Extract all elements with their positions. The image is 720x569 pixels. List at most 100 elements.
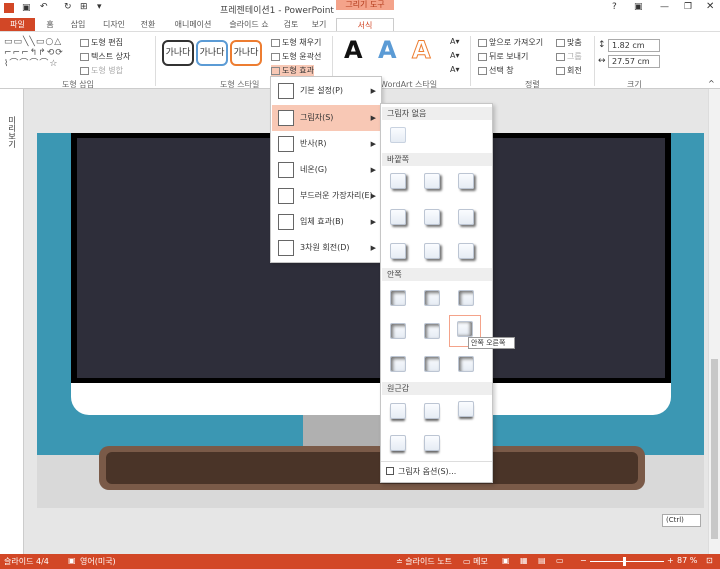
submenu-arrow-icon: ▶ <box>370 218 376 226</box>
tab-design[interactable]: 디자인 <box>98 18 130 31</box>
menu-item-bevel[interactable]: 입체 효과(B) ▶ <box>272 209 381 235</box>
language-status[interactable]: 영어(미국) <box>80 556 116 567</box>
customize-toolbar-icon[interactable]: ▾ <box>97 2 102 12</box>
shadow-option[interactable] <box>390 435 406 451</box>
tab-slideshow[interactable]: 슬라이드 쇼 <box>224 18 274 31</box>
wordart-style-black[interactable]: A <box>344 36 363 64</box>
help-icon[interactable]: ? <box>612 2 617 12</box>
shape-fill-button[interactable]: 도형 채우기 <box>271 37 321 48</box>
shadow-option[interactable] <box>424 209 440 225</box>
zoom-slider-thumb[interactable] <box>623 557 626 566</box>
group-button[interactable]: 그룹 <box>556 51 582 62</box>
text-box-button[interactable]: 텍스트 상자 <box>80 51 130 62</box>
tab-file[interactable]: 파일 <box>0 18 35 31</box>
menu-item-soft-edges[interactable]: 부드러운 가장자리(E) ▶ <box>272 183 381 209</box>
fit-to-window-icon[interactable]: ⊡ <box>706 556 713 565</box>
shadow-option[interactable] <box>458 243 474 259</box>
scrollbar-thumb[interactable] <box>711 359 718 539</box>
shadow-option[interactable] <box>424 435 440 451</box>
bring-forward-button[interactable]: 앞으로 가져오기 <box>478 37 543 48</box>
style-swatch-2[interactable]: 가나다 <box>196 40 228 66</box>
context-tab-group: 그리기 도구 <box>336 0 394 10</box>
shadow-option[interactable] <box>424 243 440 259</box>
tab-home[interactable]: 홈 <box>40 18 60 31</box>
notes-button[interactable]: ≐ 슬라이드 노트 <box>396 556 452 567</box>
menu-item-shadow[interactable]: 그림자(S) ▶ <box>272 105 381 131</box>
text-outline-icon[interactable]: A▾ <box>450 51 460 60</box>
reflection-icon <box>278 136 294 152</box>
rotate-button[interactable]: 회전 <box>556 65 582 76</box>
shadow-option[interactable] <box>390 290 406 306</box>
shadow-option[interactable] <box>390 323 406 339</box>
style-swatch-3[interactable]: 가나다 <box>230 40 262 66</box>
collapse-ribbon-icon[interactable]: ^ <box>708 79 715 88</box>
keyboard-top[interactable] <box>106 452 638 484</box>
wordart-style-blue[interactable]: A <box>378 36 397 64</box>
ribbon-display-icon[interactable]: ▣ <box>634 2 643 12</box>
minimize-icon[interactable]: — <box>660 2 669 12</box>
height-input[interactable]: 1.82 cm <box>608 39 660 52</box>
paste-options-button[interactable]: (Ctrl) <box>662 514 701 527</box>
shadow-option[interactable] <box>390 209 406 225</box>
text-fill-icon[interactable]: A▾ <box>450 37 460 46</box>
zoom-in-icon[interactable]: + <box>667 556 674 565</box>
slide-sorter-icon[interactable]: ▦ <box>520 556 528 565</box>
shadow-option[interactable] <box>458 209 474 225</box>
start-slideshow-icon[interactable]: ⊞ <box>80 2 88 12</box>
shadow-option[interactable] <box>424 356 440 372</box>
tab-format[interactable]: 서식 <box>336 18 394 31</box>
edit-shape-button[interactable]: 도형 편집 <box>80 37 123 48</box>
restore-icon[interactable]: ❐ <box>684 2 692 12</box>
send-backward-button[interactable]: 뒤로 보내기 <box>478 51 528 62</box>
shadow-option[interactable] <box>390 356 406 372</box>
merge-shapes-button[interactable]: 도형 병합 <box>80 65 123 76</box>
tab-insert[interactable]: 삽입 <box>66 18 90 31</box>
tab-animations[interactable]: 애니메이션 <box>168 18 218 31</box>
width-input[interactable]: 27.57 cm <box>608 55 660 68</box>
undo-icon[interactable]: ↶ <box>40 2 48 12</box>
tab-view[interactable]: 보기 <box>308 18 330 31</box>
selection-pane-button[interactable]: 선택 창 <box>478 65 514 76</box>
menu-item-reflection[interactable]: 반사(R) ▶ <box>272 131 381 157</box>
wordart-style-outline[interactable]: A <box>412 36 432 65</box>
shadow-options-button[interactable]: 그림자 옵션(S)... <box>381 461 492 480</box>
shadow-option[interactable] <box>424 323 440 339</box>
shadow-option[interactable] <box>458 290 474 306</box>
menu-item-3d-rotation[interactable]: 3차원 회전(D) ▶ <box>272 235 381 261</box>
shadow-option[interactable] <box>458 173 474 189</box>
shadow-option[interactable] <box>458 401 474 417</box>
shapes-gallery[interactable]: ▭▭╲╲▭○△ ⌐⌐⌐↰↱⟲⟳ ⌇⌒⌒⌒⌒☆ <box>4 37 72 73</box>
shadow-option[interactable] <box>390 403 406 419</box>
shadow-option[interactable] <box>424 290 440 306</box>
tab-review[interactable]: 검토 <box>280 18 302 31</box>
redo-icon[interactable]: ↻ <box>64 2 72 12</box>
shadow-submenu: 그림자 없음 바깥쪽 안쪽 원근감 <box>380 103 493 483</box>
menu-item-preset[interactable]: 기본 설정(P) ▶ <box>272 78 381 104</box>
shape-effects-button[interactable]: 도형 효과 <box>271 65 314 76</box>
close-icon[interactable]: ✕ <box>706 1 714 12</box>
shadow-option[interactable] <box>390 173 406 189</box>
normal-view-icon[interactable]: ▣ <box>502 556 510 565</box>
zoom-out-icon[interactable]: − <box>580 556 587 565</box>
zoom-level[interactable]: 87 % <box>677 556 697 565</box>
zoom-slider[interactable] <box>590 561 664 562</box>
menu-item-glow[interactable]: 네온(G) ▶ <box>272 157 381 183</box>
shadow-option[interactable] <box>424 403 440 419</box>
spell-check-icon[interactable]: ▣ <box>68 556 76 565</box>
save-icon[interactable]: ▣ <box>22 3 31 13</box>
style-swatch-1[interactable]: 가나다 <box>162 40 194 66</box>
vertical-scrollbar[interactable] <box>708 89 720 554</box>
reading-view-icon[interactable]: ▤ <box>538 556 546 565</box>
comments-button[interactable]: ▭ 메모 <box>463 556 488 567</box>
shadow-option-none[interactable] <box>390 127 406 143</box>
shape-outline-button[interactable]: 도형 윤곽선 <box>271 51 321 62</box>
shadow-option[interactable] <box>458 356 474 372</box>
tab-transitions[interactable]: 전환 <box>136 18 160 31</box>
align-button[interactable]: 맞춤 <box>556 37 582 48</box>
slideshow-view-icon[interactable]: ▭ <box>556 556 564 565</box>
text-effects-icon[interactable]: A▾ <box>450 65 460 74</box>
shadow-option[interactable] <box>390 243 406 259</box>
shadow-option[interactable] <box>424 173 440 189</box>
section-inner: 안쪽 <box>382 268 492 281</box>
thumbnail-pane[interactable]: 미리 보기 <box>0 89 24 554</box>
